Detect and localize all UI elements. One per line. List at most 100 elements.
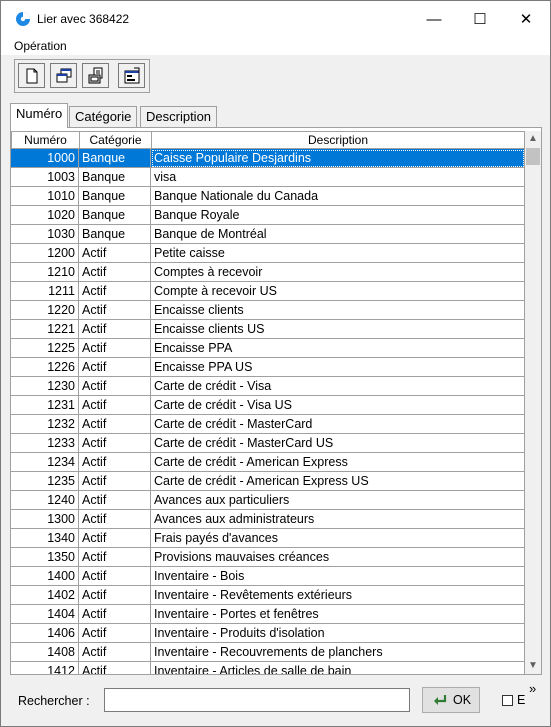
account-number-cell: 1340 bbox=[11, 529, 79, 548]
table-row[interactable]: 1220 Actif Encaisse clients bbox=[11, 301, 525, 320]
new-document-button[interactable] bbox=[18, 63, 45, 88]
account-number-cell: 1232 bbox=[11, 415, 79, 434]
ok-label: OK bbox=[453, 693, 472, 707]
column-header-categorie[interactable]: Catégorie bbox=[79, 131, 152, 149]
scroll-down-icon[interactable]: ▼ bbox=[525, 658, 541, 674]
table-row[interactable]: 1020 Banque Banque Royale bbox=[11, 206, 525, 225]
account-number-cell: 1225 bbox=[11, 339, 79, 358]
table-row[interactable]: 1225 Actif Encaisse PPA bbox=[11, 339, 525, 358]
table-row[interactable]: 1210 Actif Comptes à recevoir bbox=[11, 263, 525, 282]
account-description-cell: Carte de crédit - MasterCard bbox=[151, 415, 525, 434]
table-row[interactable]: 1010 Banque Banque Nationale du Canada bbox=[11, 187, 525, 206]
table-row[interactable]: 1408 Actif Inventaire - Recouvrements de p… bbox=[11, 643, 525, 662]
tab-categorie[interactable]: Catégorie bbox=[69, 106, 138, 128]
linked-windows-button[interactable] bbox=[50, 63, 77, 88]
account-category-cell: Actif bbox=[79, 548, 151, 567]
table-row[interactable]: 1240 Actif Avances aux particuliers bbox=[11, 491, 525, 510]
account-description-cell: Inventaire - Portes et fenêtres bbox=[151, 605, 525, 624]
account-category-cell: Actif bbox=[79, 605, 151, 624]
account-number-cell: 1400 bbox=[11, 567, 79, 586]
account-category-cell: Actif bbox=[79, 339, 151, 358]
account-number-cell: 1221 bbox=[11, 320, 79, 339]
table-row[interactable]: 1231 Actif Carte de crédit - Visa US bbox=[11, 396, 525, 415]
account-category-cell: Actif bbox=[79, 643, 151, 662]
tab-numero[interactable]: Numéro bbox=[10, 103, 69, 128]
account-description-cell: Encaisse PPA bbox=[151, 339, 525, 358]
linked-windows-icon bbox=[56, 68, 72, 83]
vertical-scrollbar[interactable]: ▲ ▼ bbox=[525, 131, 541, 674]
ok-arrow-icon bbox=[434, 695, 447, 705]
table-row[interactable]: 1232 Actif Carte de crédit - MasterCard bbox=[11, 415, 525, 434]
table-row[interactable]: 1000 Banque Caisse Populaire Desjardins bbox=[11, 149, 525, 168]
account-category-cell: Actif bbox=[79, 415, 151, 434]
table-row[interactable]: 1235 Actif Carte de crédit - American Expr… bbox=[11, 472, 525, 491]
table-row[interactable]: 1226 Actif Encaisse PPA US bbox=[11, 358, 525, 377]
search-input[interactable] bbox=[104, 688, 410, 712]
scroll-thumb[interactable] bbox=[526, 148, 540, 165]
properties-button[interactable] bbox=[118, 63, 145, 88]
table-row[interactable]: 1003 Banque visa bbox=[11, 168, 525, 187]
account-description-cell: Inventaire - Revêtements extérieurs bbox=[151, 586, 525, 605]
clipboard-button[interactable] bbox=[82, 63, 109, 88]
table-row[interactable]: 1233 Actif Carte de crédit - MasterCard US bbox=[11, 434, 525, 453]
table-row[interactable]: 1404 Actif Inventaire - Portes et fenêtres bbox=[11, 605, 525, 624]
account-category-cell: Banque bbox=[79, 168, 151, 187]
account-category-cell: Actif bbox=[79, 396, 151, 415]
clipboard-icon bbox=[88, 67, 103, 84]
overflow-chevron-icon[interactable]: » bbox=[529, 681, 536, 696]
account-category-cell: Actif bbox=[79, 358, 151, 377]
account-description-cell: Provisions mauvaises créances bbox=[151, 548, 525, 567]
ok-button[interactable]: OK bbox=[422, 687, 480, 713]
search-label: Rechercher : bbox=[18, 694, 90, 708]
account-category-cell: Actif bbox=[79, 491, 151, 510]
exact-checkbox[interactable] bbox=[502, 695, 513, 706]
table-row[interactable]: 1340 Actif Frais payés d'avances bbox=[11, 529, 525, 548]
menu-operation[interactable]: Opération bbox=[14, 39, 67, 53]
column-header-description[interactable]: Description bbox=[151, 131, 525, 149]
table-row[interactable]: 1230 Actif Carte de crédit - Visa bbox=[11, 377, 525, 396]
minimize-button[interactable]: — bbox=[411, 1, 457, 37]
column-header-numero[interactable]: Numéro bbox=[11, 131, 80, 149]
table-row[interactable]: 1402 Actif Inventaire - Revêtements extéri… bbox=[11, 586, 525, 605]
account-description-cell: Frais payés d'avances bbox=[151, 529, 525, 548]
table-row[interactable]: 1350 Actif Provisions mauvaises créances bbox=[11, 548, 525, 567]
table-row[interactable]: 1406 Actif Inventaire - Produits d'isolati… bbox=[11, 624, 525, 643]
account-number-cell: 1211 bbox=[11, 282, 79, 301]
table-row[interactable]: 1300 Actif Avances aux administrateurs bbox=[11, 510, 525, 529]
account-description-cell: Banque Nationale du Canada bbox=[151, 187, 525, 206]
tab-description[interactable]: Description bbox=[140, 106, 218, 128]
close-button[interactable]: ✕ bbox=[503, 1, 549, 37]
menu-bar: Opération bbox=[1, 37, 550, 55]
account-description-cell: Banque Royale bbox=[151, 206, 525, 225]
table-row[interactable]: 1412 Actif Inventaire - Articles de salle … bbox=[11, 662, 525, 674]
table-row[interactable]: 1234 Actif Carte de crédit - American Expr… bbox=[11, 453, 525, 472]
account-description-cell: visa bbox=[151, 168, 525, 187]
new-document-icon bbox=[26, 68, 38, 84]
account-number-cell: 1240 bbox=[11, 491, 79, 510]
account-number-cell: 1230 bbox=[11, 377, 79, 396]
table-row[interactable]: 1221 Actif Encaisse clients US bbox=[11, 320, 525, 339]
account-number-cell: 1350 bbox=[11, 548, 79, 567]
table-row[interactable]: 1400 Actif Inventaire - Bois bbox=[11, 567, 525, 586]
title-bar[interactable]: Lier avec 368422 — ☐ ✕ bbox=[1, 1, 550, 37]
table-row[interactable]: 1030 Banque Banque de Montréal bbox=[11, 225, 525, 244]
maximize-button[interactable]: ☐ bbox=[457, 1, 503, 37]
table-row[interactable]: 1211 Actif Compte à recevoir US bbox=[11, 282, 525, 301]
account-number-cell: 1000 bbox=[11, 149, 79, 168]
table-row[interactable]: 1200 Actif Petite caisse bbox=[11, 244, 525, 263]
account-number-cell: 1020 bbox=[11, 206, 79, 225]
account-category-cell: Actif bbox=[79, 472, 151, 491]
scroll-up-icon[interactable]: ▲ bbox=[525, 131, 541, 147]
account-category-cell: Banque bbox=[79, 206, 151, 225]
account-number-cell: 1003 bbox=[11, 168, 79, 187]
account-description-cell: Compte à recevoir US bbox=[151, 282, 525, 301]
account-description-cell: Carte de crédit - Visa US bbox=[151, 396, 525, 415]
account-description-cell: Avances aux particuliers bbox=[151, 491, 525, 510]
account-description-cell: Inventaire - Articles de salle de bain bbox=[151, 662, 525, 674]
account-category-cell: Actif bbox=[79, 244, 151, 263]
minimize-icon: — bbox=[426, 10, 442, 28]
account-number-cell: 1010 bbox=[11, 187, 79, 206]
account-number-cell: 1233 bbox=[11, 434, 79, 453]
search-bar: Rechercher : OK E » bbox=[1, 679, 550, 726]
account-description-cell: Banque de Montréal bbox=[151, 225, 525, 244]
